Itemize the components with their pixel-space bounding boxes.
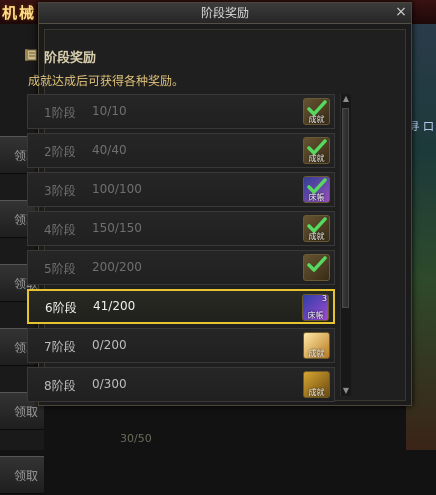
stage-row[interactable]: 3阶段 100/100 床帳 [27, 172, 335, 207]
stage-row[interactable]: 6阶段 41/200 床帳 3 [27, 289, 335, 324]
stage-label: 8阶段 [44, 379, 76, 393]
checkmark-icon [307, 256, 327, 272]
stage-row[interactable]: 1阶段 10/10 成就 [27, 94, 335, 129]
achievement-reward-icon[interactable]: 成就 [303, 371, 330, 398]
reward-description: 成就达成后可获得各种奖励。 [28, 74, 185, 88]
close-button[interactable]: × [394, 5, 408, 20]
reward-icon-label: 床帳 [307, 311, 324, 320]
reward-item-icon[interactable]: 床帳 3 [302, 294, 329, 321]
scroll-thumb[interactable] [342, 108, 349, 308]
achievement-reward-icon[interactable] [303, 254, 330, 281]
scroll-down-arrow-icon[interactable]: ▼ [341, 386, 351, 396]
stage-progress: 0/200 [92, 338, 127, 352]
stage-label: 6阶段 [45, 301, 77, 315]
stage-progress: 40/40 [92, 143, 127, 157]
stage-progress: 150/150 [92, 221, 142, 235]
stage-row[interactable]: 5阶段 200/200 [27, 250, 335, 285]
dialog-title: 阶段奖励 [200, 6, 249, 20]
checkmark-icon [307, 100, 327, 116]
stage-label: 5阶段 [44, 262, 76, 276]
stage-progress: 100/100 [92, 182, 142, 196]
stage-label: 2阶段 [44, 145, 76, 159]
reward-header-title: 阶段奖励 [44, 51, 97, 66]
background-title: 机械 [2, 4, 37, 22]
stage-row[interactable]: 7阶段 0/200 成就 [27, 328, 335, 363]
reward-quantity: 3 [321, 294, 327, 303]
stage-row[interactable]: 8阶段 0/300 成就 [27, 367, 335, 402]
achievement-reward-icon[interactable]: 成就 [303, 332, 330, 359]
achievement-reward-icon[interactable]: 成就 [303, 98, 330, 125]
stage-row[interactable]: 2阶段 40/40 成就 [27, 133, 335, 168]
dialog-titlebar[interactable]: 阶段奖励 × [39, 3, 411, 24]
stage-progress: 0/300 [92, 377, 127, 391]
background-claim-button[interactable]: 领取 [0, 456, 44, 494]
scroll-up-arrow-icon[interactable]: ▲ [341, 94, 351, 104]
checkmark-icon [307, 178, 327, 194]
background-right-text: 寻 口 [408, 120, 435, 133]
stage-label: 3阶段 [44, 184, 76, 198]
reward-item-icon[interactable]: 床帳 [303, 176, 330, 203]
achievement-reward-icon[interactable]: 成就 [303, 137, 330, 164]
stage-progress: 10/10 [92, 104, 127, 118]
stage-list[interactable]: ▲ ▼ 1阶段 10/10 成就 2阶段 40/40 成就 3阶段 100/100 床帳 4阶段 1… [27, 94, 353, 402]
reward-icon-label: 成就 [308, 349, 325, 358]
checkmark-icon [307, 217, 327, 233]
stage-label: 1阶段 [44, 106, 76, 120]
stage-progress: 200/200 [92, 260, 142, 274]
achievement-reward-icon[interactable]: 成就 [303, 215, 330, 242]
scrollbar[interactable]: ▲ ▼ [340, 94, 351, 396]
checkmark-icon [307, 139, 327, 155]
stage-label: 7阶段 [44, 340, 76, 354]
stage-row[interactable]: 4阶段 150/150 成就 [27, 211, 335, 246]
reward-icon-label: 成就 [308, 388, 325, 397]
stage-progress: 41/200 [93, 299, 136, 313]
background-bottom-number: 30/50 [120, 432, 152, 445]
scroll-icon [25, 49, 37, 61]
stage-label: 4阶段 [44, 223, 76, 237]
